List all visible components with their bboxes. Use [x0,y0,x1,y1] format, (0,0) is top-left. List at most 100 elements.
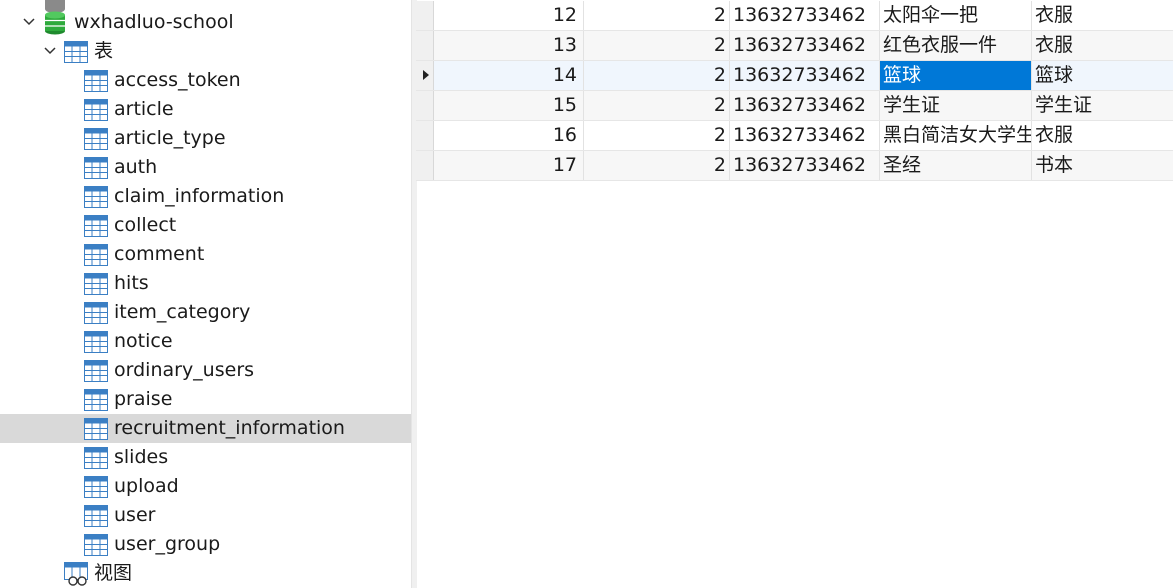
tree-item-table[interactable]: slides [0,443,411,472]
table-name: user [114,504,156,526]
object-navigator: wxhadluo-school 表 access_tokenarticle art… [0,0,411,588]
database-icon [45,11,65,35]
table-name: upload [114,475,179,497]
id-cell[interactable]: 15 [434,91,584,120]
table-row[interactable]: 17 2 13632733462 圣经 书本 [416,151,1173,181]
category-cell[interactable]: 篮球 [1032,61,1173,90]
table-icon [84,360,108,387]
table-icon [84,534,108,561]
table-icon [84,273,108,300]
table-icon [84,302,108,329]
id-cell[interactable]: 16 [434,121,584,150]
table-icon [84,99,108,126]
table-row[interactable]: 12 2 13632733462 太阳伞一把 衣服 [416,1,1173,31]
tree-item-tables-group[interactable]: 表 [0,37,411,66]
id-cell[interactable]: 14 [434,61,584,90]
table-name: comment [114,243,205,265]
table-name: claim_information [114,185,285,207]
phone-cell[interactable]: 13632733462 [730,31,880,60]
current-row-arrow-icon [423,70,429,80]
table-name: praise [114,388,173,410]
table-icon [84,389,108,416]
table-icon [84,215,108,242]
table-icon [84,70,108,97]
phone-cell[interactable]: 13632733462 [730,121,880,150]
row-indicator[interactable] [416,151,434,180]
tree-item-table[interactable]: notice [0,327,411,356]
table-name: user_group [114,533,221,555]
item-name-cell[interactable]: 黑白简洁女大学生 [880,121,1032,150]
user-id-cell[interactable]: 2 [584,151,730,180]
tree-item-table[interactable]: item_category [0,298,411,327]
tree-item-table[interactable]: comment [0,240,411,269]
chevron-down-icon[interactable] [22,15,36,29]
chevron-down-icon[interactable] [43,44,57,58]
table-icon [84,418,108,445]
table-icon [84,157,108,184]
user-id-cell[interactable]: 2 [584,61,730,90]
category-cell[interactable]: 学生证 [1032,91,1173,120]
row-indicator[interactable] [416,31,434,60]
tree-item-table[interactable]: user [0,501,411,530]
table-group-icon [64,41,88,63]
database-name: wxhadluo-school [74,11,234,33]
row-indicator[interactable] [416,121,434,150]
views-group-label: 视图 [94,562,133,584]
tree-item-table[interactable]: article [0,95,411,124]
row-indicator[interactable] [416,1,434,30]
tree-item-views-group[interactable]: 视图 [0,559,411,588]
tree-item-table[interactable]: recruitment_information [0,414,411,443]
table-icon [84,505,108,532]
view-icon [64,562,88,586]
table-row[interactable]: 15 2 13632733462 学生证 学生证 [416,91,1173,121]
id-cell[interactable]: 13 [434,31,584,60]
tree-item-table[interactable]: upload [0,472,411,501]
tree-item-table[interactable]: hits [0,269,411,298]
tree-item-table[interactable]: article_type [0,124,411,153]
item-name-cell[interactable]: 红色衣服一件 [880,31,1032,60]
table-icon [84,244,108,271]
table-row[interactable]: 16 2 13632733462 黑白简洁女大学生 衣服 [416,121,1173,151]
tree-item-table[interactable]: praise [0,385,411,414]
item-name-cell[interactable]: 篮球 [880,61,1032,90]
table-name: auth [114,156,158,178]
tree-item-table[interactable]: access_token [0,66,411,95]
category-cell[interactable]: 衣服 [1032,31,1173,60]
category-cell[interactable]: 衣服 [1032,121,1173,150]
table-icon [84,128,108,155]
table-name: access_token [114,69,241,91]
user-id-cell[interactable]: 2 [584,91,730,120]
tree-item-table[interactable]: auth [0,153,411,182]
table-name: item_category [114,301,251,323]
id-cell[interactable]: 17 [434,151,584,180]
table-row[interactable]: 14 2 13632733462 篮球 篮球 [416,61,1173,91]
tree-item-table[interactable]: ordinary_users [0,356,411,385]
row-indicator[interactable] [416,61,434,90]
phone-cell[interactable]: 13632733462 [730,91,880,120]
item-name-cell[interactable]: 太阳伞一把 [880,1,1032,30]
id-cell[interactable]: 12 [434,1,584,30]
table-row[interactable]: 13 2 13632733462 红色衣服一件 衣服 [416,31,1173,61]
user-id-cell[interactable]: 2 [584,1,730,30]
phone-cell[interactable]: 13632733462 [730,151,880,180]
row-indicator[interactable] [416,91,434,120]
category-cell[interactable]: 衣服 [1032,1,1173,30]
user-id-cell[interactable]: 2 [584,31,730,60]
tree-item-table[interactable]: claim_information [0,182,411,211]
table-icon [84,331,108,358]
tree-item-table[interactable]: user_group [0,530,411,559]
table-name: collect [114,214,177,236]
table-icon [84,476,108,503]
item-name-cell[interactable]: 学生证 [880,91,1032,120]
tree-item-table[interactable]: collect [0,211,411,240]
phone-cell[interactable]: 13632733462 [730,61,880,90]
table-name: article_type [114,127,226,149]
tree-item-database[interactable]: wxhadluo-school [0,8,411,37]
item-name-cell[interactable]: 圣经 [880,151,1032,180]
user-id-cell[interactable]: 2 [584,121,730,150]
data-grid: 12 2 13632733462 太阳伞一把 衣服 13 2 13632733462 红色衣服一… [416,0,1173,588]
table-name: article [114,98,174,120]
category-cell[interactable]: 书本 [1032,151,1173,180]
phone-cell[interactable]: 13632733462 [730,1,880,30]
table-name: recruitment_information [114,417,345,439]
